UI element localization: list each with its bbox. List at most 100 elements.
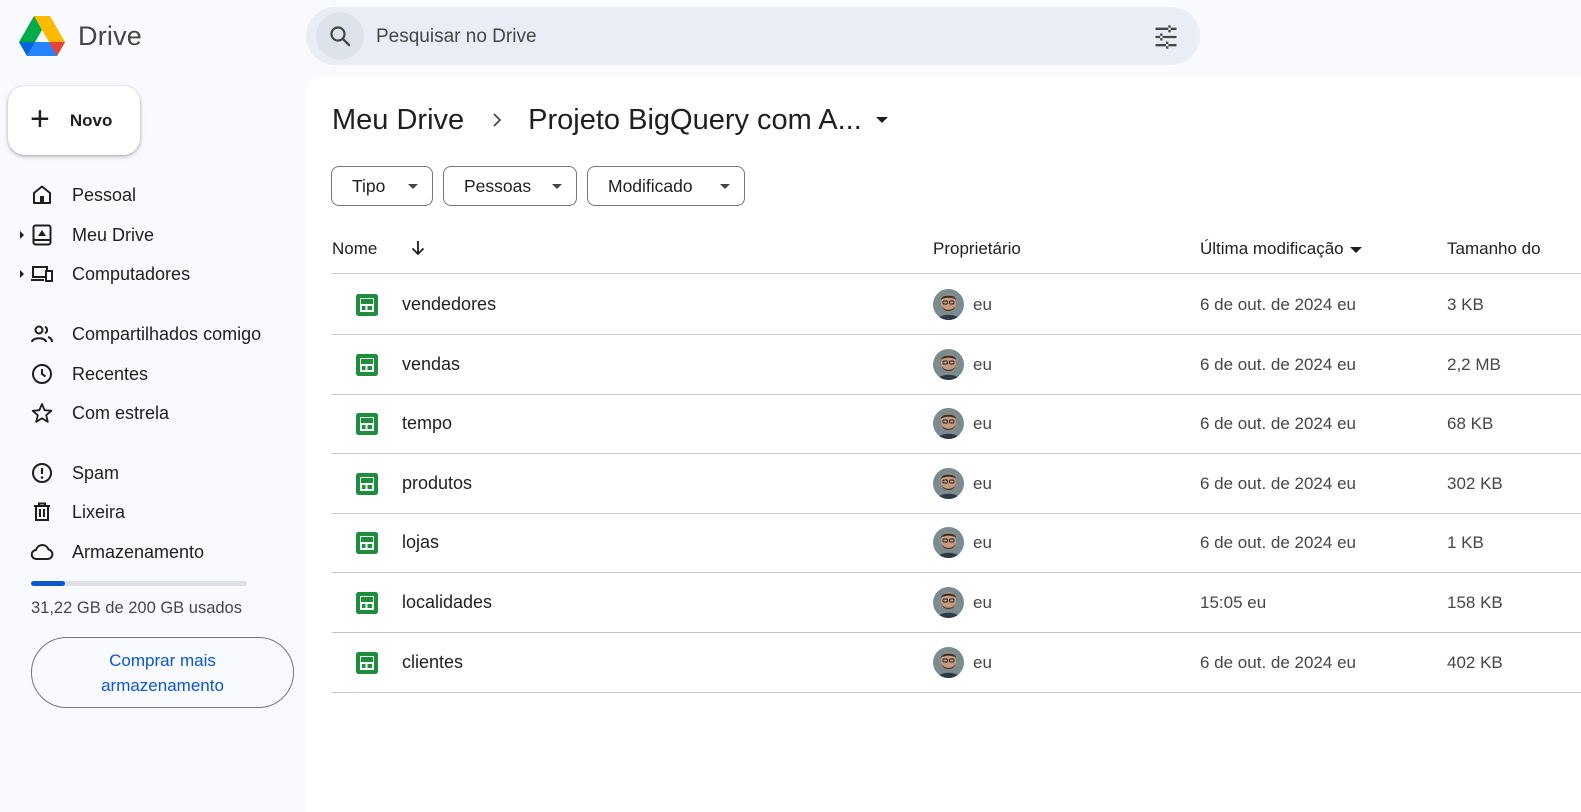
drive-logo[interactable]: Drive [18, 14, 142, 58]
table-row[interactable]: vendedores eu 6 de out. de 2024 eu 3 KB [332, 275, 1581, 335]
sidebar-item-pessoal[interactable]: Pessoal [18, 177, 298, 213]
storage-usage-text: 31,22 GB de 200 GB usados [31, 599, 242, 617]
sidebar-item-lixeira[interactable]: Lixeira [18, 494, 298, 530]
owner-name: eu [973, 414, 992, 434]
owner-avatar [933, 527, 964, 559]
file-size: 3 KB [1447, 295, 1484, 314]
search-button[interactable] [316, 12, 364, 60]
cloud-icon [30, 544, 54, 560]
plus-icon: + [30, 100, 50, 138]
sidebar-item-com-estrela[interactable]: Com estrela [18, 395, 298, 431]
column-header-size[interactable]: Tamanho do [1447, 239, 1541, 259]
filter-chip-label: Tipo [352, 175, 386, 196]
file-name[interactable]: vendas [402, 354, 460, 375]
owner-name: eu [973, 354, 992, 374]
trash-icon [34, 502, 50, 521]
table-row[interactable]: clientes eu 6 de out. de 2024 eu 402 KB [332, 633, 1581, 693]
dropdown-arrow-icon [720, 184, 730, 189]
column-header-modified[interactable]: Última modificação [1200, 239, 1362, 259]
sidebar-item-label: Armazenamento [72, 542, 205, 562]
search-options-icon[interactable] [1152, 23, 1180, 51]
breadcrumb-root[interactable]: Meu Drive [332, 104, 464, 137]
owner-name: eu [973, 533, 992, 553]
sort-dropdown-icon [1349, 246, 1362, 253]
chevron-right-icon [493, 113, 502, 127]
dropdown-arrow-icon [552, 184, 562, 189]
file-size: 402 KB [1447, 652, 1503, 672]
filter-chip-label: Modificado [608, 175, 693, 196]
sort-direction-arrow-icon[interactable] [408, 238, 428, 258]
app-name: Drive [78, 20, 143, 51]
last-modified: 6 de out. de 2024 eu [1200, 414, 1356, 434]
table-row[interactable]: localidades eu 15:05 eu 158 KB [332, 573, 1581, 633]
drive-logo-icon [19, 16, 65, 56]
buy-storage-button[interactable]: Comprar mais armazenamento [31, 637, 294, 708]
google-sheets-icon [356, 651, 378, 674]
google-sheets-icon [356, 413, 378, 436]
google-sheets-icon [356, 592, 378, 614]
sidebar-item-label: Com estrela [72, 403, 170, 423]
file-name[interactable]: tempo [402, 413, 452, 434]
breadcrumb-current-folder[interactable]: Projeto BigQuery com A... [528, 104, 862, 137]
file-size: 2,2 MB [1447, 354, 1501, 374]
table-row[interactable]: produtos eu 6 de out. de 2024 eu 302 KB [332, 454, 1581, 514]
last-modified: 15:05 eu [1200, 593, 1267, 612]
sidebar-item-label: Pessoal [72, 185, 137, 205]
search-input[interactable] [376, 23, 1076, 51]
filter-type-chip[interactable]: Tipo [331, 166, 433, 206]
search-icon [330, 26, 351, 47]
new-button-label: Novo [69, 110, 113, 130]
last-modified: 6 de out. de 2024 eu [1200, 473, 1356, 493]
file-name[interactable]: produtos [402, 473, 472, 494]
owner-avatar [933, 408, 964, 440]
table-row[interactable]: tempo eu 6 de out. de 2024 eu 68 KB [332, 394, 1581, 455]
owner-avatar [933, 587, 964, 618]
sidebar-item-armazenamento[interactable]: Armazenamento [18, 534, 298, 570]
sidebar-item-label: Computadores [72, 264, 191, 284]
file-size: 68 KB [1447, 414, 1494, 434]
main-content: Meu Drive Projeto BigQuery com A... Tipo… [306, 76, 1581, 812]
sidebar-item-compartilhados[interactable]: Compartilhados comigo [18, 316, 298, 352]
last-modified: 6 de out. de 2024 eu [1200, 354, 1356, 374]
column-header-modified-label: Última modificação [1200, 239, 1344, 258]
storage-progress-bar [31, 581, 247, 586]
column-header-owner[interactable]: Proprietário [933, 239, 1021, 259]
folder-menu-dropdown-icon[interactable] [875, 117, 888, 123]
google-sheets-icon [356, 532, 378, 555]
sidebar-item-spam[interactable]: Spam [18, 455, 298, 491]
people-icon [31, 325, 53, 343]
file-name[interactable]: lojas [402, 532, 439, 553]
google-sheets-icon [356, 294, 378, 316]
my-drive-icon [32, 224, 52, 246]
sidebar-item-recentes[interactable]: Recentes [18, 356, 298, 392]
expand-arrow-icon[interactable] [20, 231, 24, 239]
table-row[interactable]: lojas eu 6 de out. de 2024 eu 1 KB [332, 513, 1581, 574]
new-button[interactable]: + Novo [8, 86, 140, 155]
owner-avatar [933, 646, 964, 678]
star-icon [31, 403, 53, 423]
file-size: 1 KB [1447, 533, 1484, 553]
column-header-name[interactable]: Nome [332, 239, 377, 259]
sidebar-item-meu-drive[interactable]: Meu Drive [18, 217, 298, 253]
breadcrumb: Meu Drive Projeto BigQuery com A... [332, 102, 888, 138]
table-row[interactable]: vendas eu 6 de out. de 2024 eu 2,2 MB [332, 335, 1581, 395]
sidebar-item-label: Recentes [72, 364, 149, 384]
sidebar-item-label: Compartilhados comigo [72, 324, 262, 344]
last-modified: 6 de out. de 2024 eu [1200, 533, 1356, 553]
clock-icon [32, 364, 52, 384]
owner-name: eu [973, 295, 992, 314]
sidebar-item-computadores[interactable]: Computadores [18, 256, 298, 292]
spam-icon [32, 463, 52, 483]
file-size: 158 KB [1447, 593, 1503, 612]
google-sheets-icon [356, 353, 378, 376]
owner-avatar [933, 289, 964, 320]
expand-arrow-icon[interactable] [20, 270, 24, 278]
search-bar[interactable] [306, 7, 1200, 65]
file-name[interactable]: localidades [402, 592, 492, 613]
top-bar: Drive [0, 0, 1581, 76]
dropdown-arrow-icon [408, 184, 418, 189]
filter-people-chip[interactable]: Pessoas [443, 166, 577, 206]
file-name[interactable]: vendedores [402, 294, 496, 315]
filter-modified-chip[interactable]: Modificado [587, 166, 745, 206]
file-name[interactable]: clientes [402, 652, 463, 673]
